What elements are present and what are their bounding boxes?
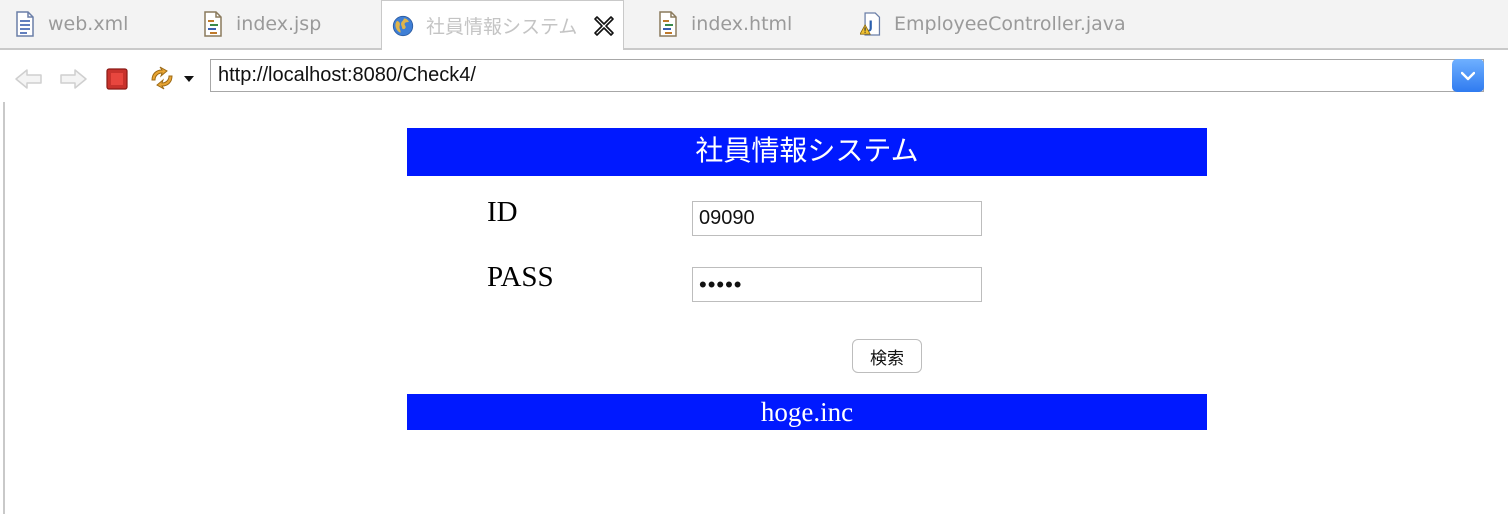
password-input[interactable] xyxy=(692,267,982,302)
page-title-banner: 社員情報システム xyxy=(407,128,1207,176)
window-frame xyxy=(3,48,5,514)
url-history-dropdown[interactable] xyxy=(1452,59,1484,92)
editor-tab-bar: web.xml index.jsp 社員情報システム index.html J … xyxy=(0,0,1508,50)
stop-icon[interactable] xyxy=(102,64,132,94)
close-tab-icon[interactable] xyxy=(593,15,615,37)
id-input[interactable] xyxy=(692,201,982,236)
tab-employee-controller-java[interactable]: J EmployeeController.java xyxy=(860,0,1126,48)
forward-arrow-icon[interactable] xyxy=(58,64,88,94)
tab-index-html[interactable]: index.html xyxy=(657,0,792,48)
html-file-icon xyxy=(657,11,679,37)
id-label: ID xyxy=(487,196,518,228)
tab-label: 社員情報システム xyxy=(426,16,578,38)
page-footer-banner: hoge.inc xyxy=(407,394,1207,430)
java-file-warning-icon: J xyxy=(860,11,882,37)
tab-label: web.xml xyxy=(48,13,129,35)
url-bar xyxy=(210,59,1484,92)
search-button[interactable]: 検索 xyxy=(852,339,922,373)
tab-employee-system[interactable]: 社員情報システム xyxy=(381,0,625,50)
tab-label: EmployeeController.java xyxy=(894,13,1126,35)
tab-label: index.jsp xyxy=(236,13,322,35)
tab-label: index.html xyxy=(691,13,793,35)
refresh-icon[interactable] xyxy=(146,64,196,94)
chevron-down-icon xyxy=(1461,71,1475,80)
tab-web-xml[interactable]: web.xml xyxy=(14,0,128,48)
globe-icon xyxy=(392,13,414,39)
xml-file-icon xyxy=(14,11,36,37)
browser-toolbar xyxy=(0,50,1508,102)
back-arrow-icon[interactable] xyxy=(14,64,44,94)
jsp-file-icon xyxy=(202,11,224,37)
url-input[interactable] xyxy=(211,60,1451,91)
tab-index-jsp[interactable]: index.jsp xyxy=(202,0,321,48)
pass-label: PASS xyxy=(487,261,554,293)
